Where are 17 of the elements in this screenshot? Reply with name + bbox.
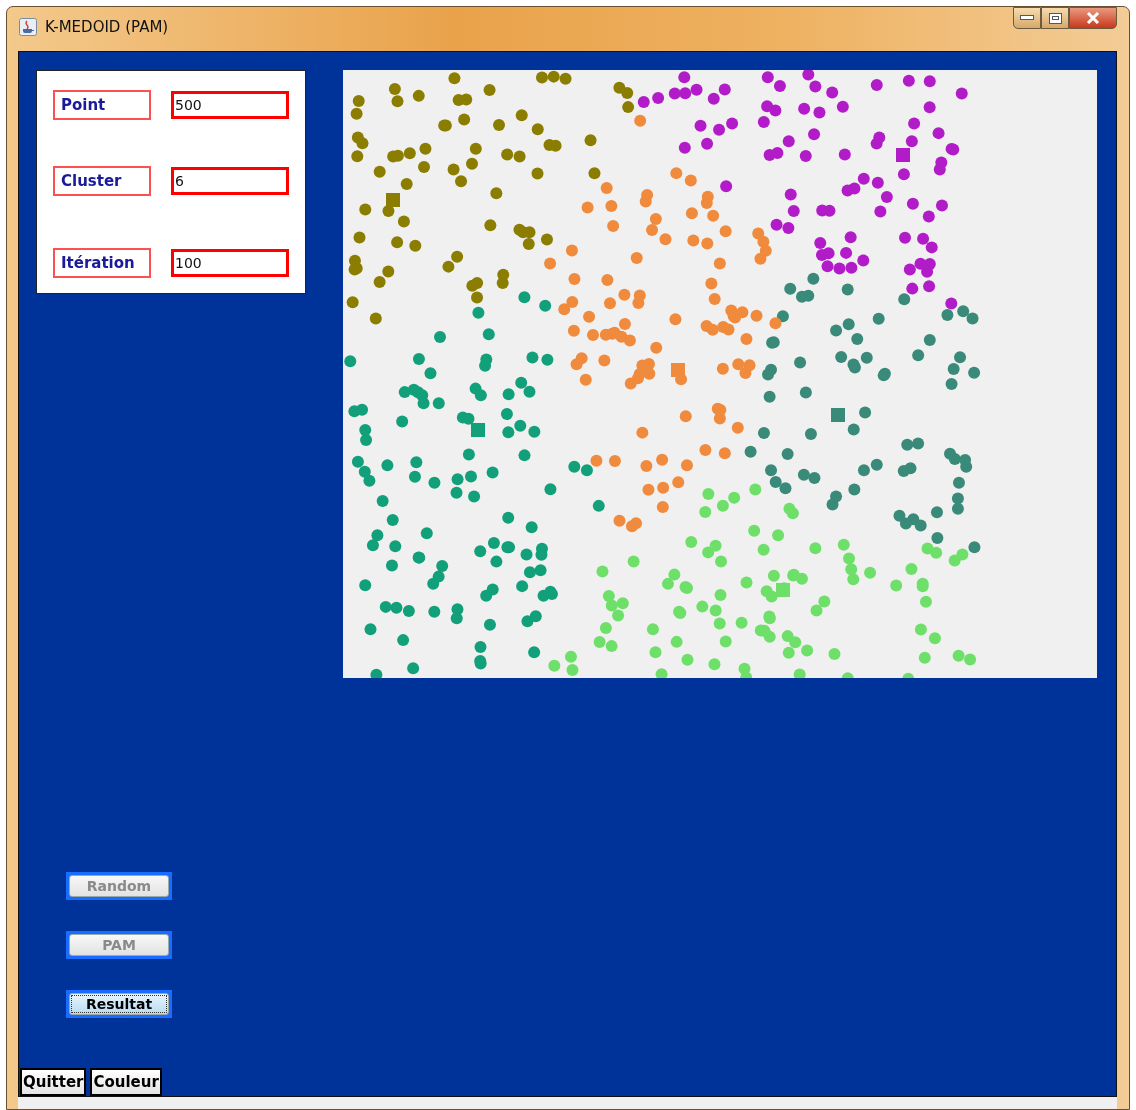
- input-field[interactable]: 6: [171, 167, 289, 195]
- minimize-icon: [1020, 15, 1034, 21]
- bottom-button[interactable]: Quitter: [20, 1068, 87, 1096]
- minimize-button[interactable]: [1013, 7, 1041, 29]
- field-label: Itération: [53, 248, 151, 278]
- maximize-icon: [1048, 12, 1062, 24]
- window-title: K-MEDOID (PAM): [45, 18, 169, 36]
- close-button[interactable]: [1069, 7, 1117, 29]
- action-button[interactable]: Resultat: [69, 993, 169, 1015]
- bottom-button[interactable]: Couleur: [90, 1068, 162, 1096]
- input-field[interactable]: 500: [171, 91, 289, 119]
- input-field[interactable]: 100: [171, 249, 289, 277]
- maximize-button[interactable]: [1041, 7, 1069, 29]
- coffee-cup-icon: [19, 18, 37, 36]
- close-icon: [1086, 12, 1100, 24]
- field-label: Point: [53, 90, 151, 120]
- field-label: Cluster: [53, 166, 151, 196]
